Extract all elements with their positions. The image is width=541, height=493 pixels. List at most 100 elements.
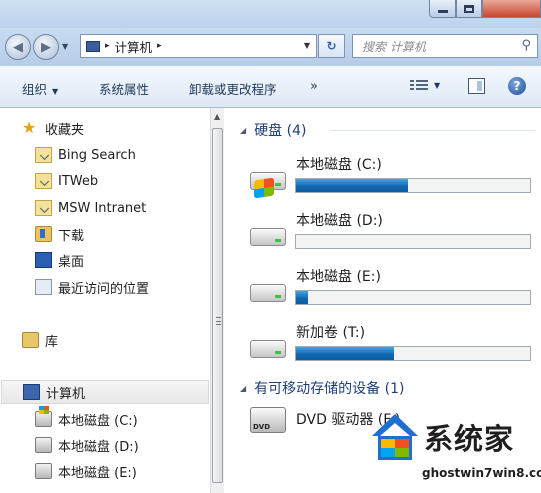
- drive-name: 本地磁盘 (C:): [296, 157, 382, 173]
- grip-icon: [216, 317, 221, 325]
- maximize-button[interactable]: [456, 0, 482, 18]
- favorite-label: Bing Search: [58, 147, 136, 163]
- breadcrumb-separator[interactable]: ▸: [105, 41, 110, 51]
- favorite-label: ITWeb: [58, 173, 99, 189]
- libraries-header[interactable]: 库: [22, 328, 58, 352]
- watermark-title: 系统家: [424, 422, 515, 456]
- drive-item-c[interactable]: 本地磁盘 (C:): [250, 152, 535, 202]
- group-title: 硬盘 (4): [254, 123, 307, 139]
- drive-name: 新加卷 (T:): [296, 325, 366, 341]
- favorite-downloads[interactable]: 下载: [35, 222, 84, 246]
- command-bar: 组织 ▼ 系统属性 卸载或更改程序 » ▼ ?: [0, 66, 541, 108]
- link-icon: [35, 147, 52, 163]
- favorites-label: 收藏夹: [45, 122, 85, 138]
- desktop-icon: [35, 252, 52, 268]
- forward-arrow-icon: ▶: [41, 39, 51, 55]
- dvd-icon-label: DVD: [253, 423, 271, 431]
- forward-button[interactable]: ▶: [33, 34, 59, 60]
- favorite-recent-places[interactable]: 最近访问的位置: [35, 275, 149, 299]
- address-dropdown[interactable]: ▼: [304, 41, 310, 50]
- organize-label: 组织: [22, 82, 48, 97]
- collapse-triangle-icon[interactable]: ◢: [240, 384, 246, 393]
- search-input[interactable]: 搜索 计算机 ⚲: [352, 34, 538, 58]
- favorite-label: MSW Intranet: [58, 200, 147, 216]
- search-icon[interactable]: ⚲: [521, 38, 531, 53]
- favorite-label: 桌面: [58, 254, 85, 270]
- search-placeholder: 搜索 计算机: [362, 39, 426, 54]
- house-logo-icon: [372, 414, 418, 462]
- star-icon: ★: [22, 118, 37, 137]
- usage-bar: [295, 346, 531, 361]
- usage-bar: [295, 178, 531, 193]
- computer-icon: [23, 384, 40, 400]
- drive-label: 本地磁盘 (D:): [58, 439, 139, 455]
- hard-disks-group-header[interactable]: ◢ 硬盘 (4): [240, 120, 306, 140]
- usage-bar: [295, 290, 531, 305]
- system-properties-button[interactable]: 系统属性: [99, 79, 149, 98]
- back-arrow-icon: ◀: [13, 39, 23, 55]
- drive-item-d[interactable]: 本地磁盘 (D:): [250, 208, 535, 258]
- favorite-desktop[interactable]: 桌面: [35, 248, 84, 272]
- more-commands-button[interactable]: »: [310, 79, 318, 94]
- system-drive-icon: [35, 406, 52, 427]
- nav-scrollbar[interactable]: ▲: [210, 108, 224, 493]
- computer-header[interactable]: 计算机: [1, 380, 209, 404]
- view-dropdown[interactable]: ▼: [434, 81, 440, 90]
- maximize-icon: [464, 4, 474, 13]
- breadcrumb-separator[interactable]: ▸: [157, 41, 162, 51]
- navigation-pane: ★ 收藏夹 Bing Search ITWeb MSW Intranet 下载 …: [0, 108, 210, 493]
- help-icon[interactable]: ?: [508, 77, 526, 95]
- usage-bar-fill: [296, 291, 308, 304]
- scroll-thumb[interactable]: [212, 128, 223, 483]
- libraries-label: 库: [45, 334, 59, 350]
- favorite-itweb[interactable]: ITWeb: [35, 169, 98, 193]
- breadcrumb-computer[interactable]: 计算机: [115, 37, 153, 56]
- watermark-url: ghostwin7win8.com: [422, 466, 541, 480]
- change-view-icon[interactable]: [410, 78, 428, 94]
- minimize-button[interactable]: [429, 0, 456, 18]
- usage-bar-fill: [296, 347, 395, 360]
- usage-bar-fill: [296, 179, 409, 192]
- favorites-header[interactable]: ★ 收藏夹: [22, 116, 84, 140]
- system-drive-icon: [250, 172, 286, 199]
- close-button[interactable]: [482, 0, 541, 18]
- address-row: ◀ ▶ ▼ ▸ 计算机 ▸ ▼ ↻ 搜索 计算机 ⚲: [0, 28, 541, 66]
- drive-label: 本地磁盘 (E:): [58, 465, 137, 481]
- hard-drive-icon: [250, 228, 286, 246]
- scroll-up-icon[interactable]: ▲: [214, 112, 220, 121]
- group-title: 有可移动存储的设备 (1): [254, 381, 405, 397]
- hard-drive-icon: [250, 340, 286, 358]
- recent-pages-dropdown[interactable]: ▼: [62, 42, 68, 51]
- back-button[interactable]: ◀: [5, 34, 31, 60]
- minimize-icon: [437, 10, 448, 13]
- collapse-triangle-icon[interactable]: ◢: [240, 126, 246, 135]
- hard-drive-icon: [35, 463, 52, 479]
- link-icon: [35, 173, 52, 189]
- site-watermark: 系统家 ghostwin7win8.com: [360, 408, 541, 493]
- library-icon: [22, 332, 39, 348]
- nav-drive-d[interactable]: 本地磁盘 (D:): [35, 433, 139, 457]
- downloads-folder-icon: [35, 226, 52, 242]
- group-divider: [330, 130, 535, 131]
- refresh-button[interactable]: ↻: [318, 34, 345, 58]
- drive-name: 本地磁盘 (E:): [296, 269, 381, 285]
- removable-group-header[interactable]: ◢ 有可移动存储的设备 (1): [240, 378, 404, 398]
- address-bar[interactable]: ▸ 计算机 ▸ ▼: [80, 34, 317, 58]
- usage-bar: [295, 234, 531, 249]
- drive-label: 本地磁盘 (C:): [58, 413, 138, 429]
- favorite-label: 下载: [58, 228, 85, 244]
- refresh-icon: ↻: [326, 39, 337, 53]
- uninstall-program-button[interactable]: 卸载或更改程序: [189, 79, 277, 98]
- nav-drive-c[interactable]: 本地磁盘 (C:): [35, 406, 138, 431]
- preview-pane-icon[interactable]: [468, 78, 485, 94]
- favorite-bing-search[interactable]: Bing Search: [35, 143, 136, 167]
- title-bar: [0, 0, 541, 28]
- drive-item-e[interactable]: 本地磁盘 (E:): [250, 264, 535, 314]
- favorite-msw-intranet[interactable]: MSW Intranet: [35, 196, 146, 220]
- organize-button[interactable]: 组织 ▼: [22, 79, 58, 98]
- recent-places-icon: [35, 279, 52, 295]
- chevron-down-icon: ▼: [52, 87, 59, 96]
- drive-item-t[interactable]: 新加卷 (T:): [250, 320, 535, 370]
- nav-drive-e[interactable]: 本地磁盘 (E:): [35, 459, 137, 483]
- windows-logo-icon: [254, 177, 274, 199]
